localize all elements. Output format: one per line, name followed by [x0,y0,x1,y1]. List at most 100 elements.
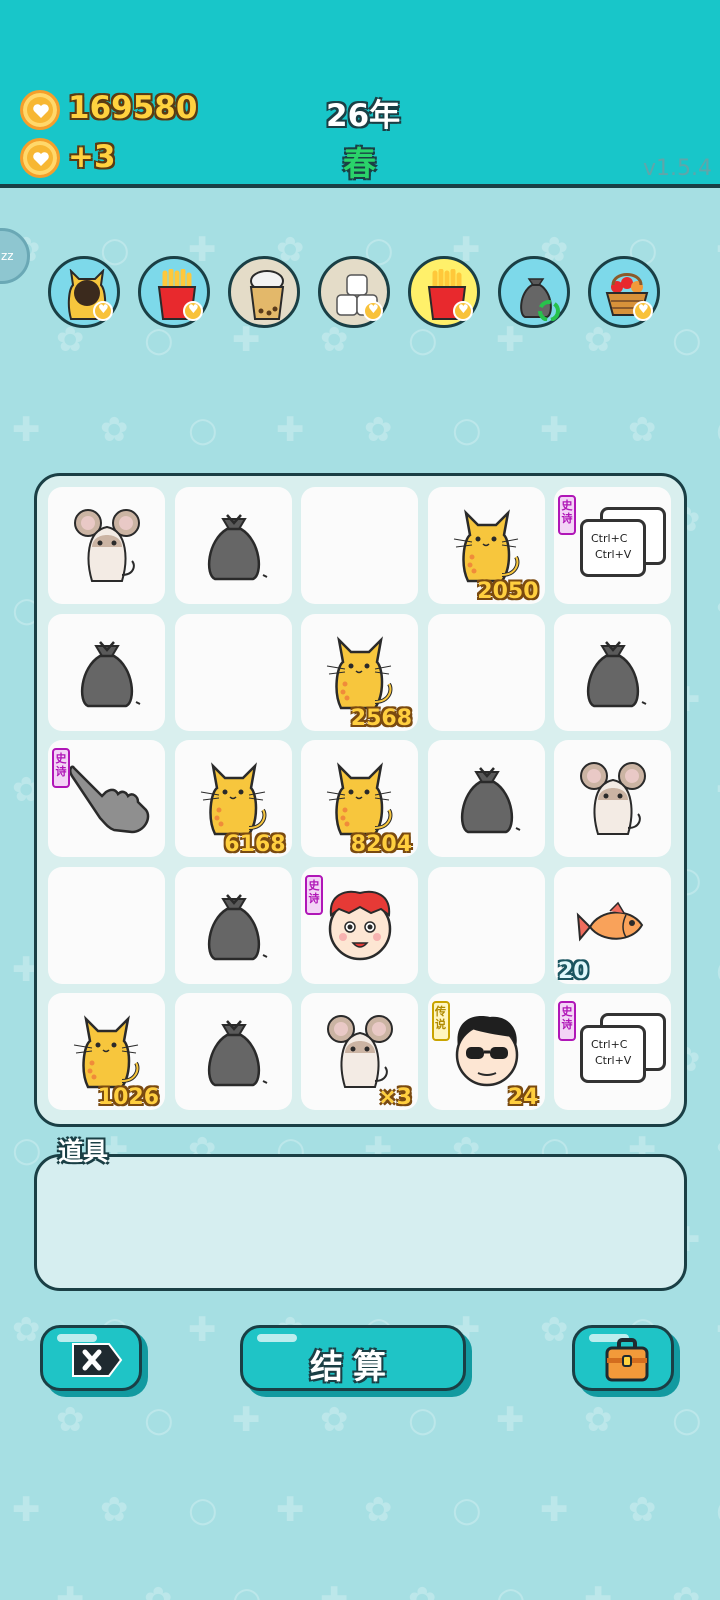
board-cell[interactable] [48,613,165,731]
pattern-glyph: ✚ [12,410,41,450]
board-cell[interactable]: 8204 [301,740,418,857]
tools-label: 道具 [58,1137,109,1166]
owned-item-fries-icon[interactable] [138,256,210,328]
legendary-tag: 传说 [431,1001,450,1041]
briefcase-icon [605,1338,649,1382]
owned-item-hole-cat-icon[interactable] [48,256,120,328]
coin-icon [20,90,60,130]
cell-value: 8204 [350,832,412,857]
coin-heart-badge-icon [453,301,473,321]
pattern-glyph: ○ [232,1580,262,1600]
board-cell[interactable] [427,740,545,857]
owned-item-sugar-cubes-icon[interactable] [318,256,390,328]
recycle-bag-icon [520,278,560,321]
epic-tag: 史诗 [558,495,576,535]
settle-button-label: 结算 [310,1347,396,1386]
board-cell[interactable] [48,487,165,604]
board-cell[interactable]: 2050 [427,487,545,604]
pattern-glyph: ✚ [12,1490,41,1530]
trash-bag-icon [586,640,647,707]
cat-icon [453,509,519,583]
cat-icon [326,762,393,836]
pattern-glyph: ○ [188,410,218,450]
board-cell[interactable] [174,487,292,604]
coin-heart-badge-icon [633,301,653,321]
copy-text: Ctrl+C [591,1038,628,1051]
fish-icon [576,901,644,942]
cat-icon [326,635,393,709]
pattern-glyph: ✚ [320,1580,349,1600]
pattern-glyph: ✚ [540,1490,569,1530]
board-cell[interactable] [174,993,292,1110]
owned-item-recycle-bag-icon[interactable] [498,256,570,328]
pattern-glyph: ✿ [12,1310,41,1350]
mouse-icon [327,1015,393,1088]
cell-value: 1026 [97,1085,159,1110]
mouse-icon [74,509,140,582]
pattern-glyph: ✿ [100,1490,129,1530]
cat-icon [200,762,266,836]
epic-tag: 史诗 [52,748,70,788]
pattern-glyph: ○ [496,1580,526,1600]
board-cell[interactable] [301,487,418,604]
board-cell[interactable]: Ctrl+C Ctrl+V 史诗 [554,487,671,604]
board-cell[interactable]: 传说 24 [427,993,545,1110]
board-cell[interactable] [174,613,292,731]
owned-item-fries-icon[interactable] [408,256,480,328]
board-cell[interactable] [174,866,292,984]
pattern-glyph: ✿ [408,1580,437,1600]
coin-heart-badge-icon [363,301,383,321]
pattern-glyph: ○ [408,1400,438,1440]
cell-value: 20 [558,958,589,984]
pattern-glyph: ✚ [496,320,525,360]
top-bar: 169580 +3 26年 春 v1.5.4 [0,0,720,188]
mouse-icon [580,762,646,835]
board-cell[interactable]: 2568 [301,613,418,731]
side-tab-label: zz [1,249,14,263]
cell-value: ×3 [378,1085,412,1110]
pattern-glyph: ✚ [276,410,305,450]
paste-text: Ctrl+V [595,1054,632,1067]
year-label: 26年 [326,98,401,134]
pattern-glyph: ○ [188,1490,218,1530]
pattern-glyph: ○ [452,410,482,450]
pattern-glyph: ○ [672,320,702,360]
bag-button[interactable] [572,1325,674,1391]
board-cell[interactable]: ×3 [301,993,418,1110]
board-cell[interactable] [427,866,545,984]
pattern-glyph: ✚ [56,1580,85,1600]
board-cell[interactable]: 史诗 [48,740,165,857]
cell-value: 2050 [477,579,539,604]
pattern-glyph: ○ [716,950,720,990]
coin-total: 169580 [68,90,198,126]
pattern-glyph: ✚ [540,410,569,450]
owned-item-fruit-basket-icon[interactable] [588,256,660,328]
trash-bag-icon [207,514,267,581]
pattern-glyph: ✿ [540,1310,569,1350]
board-cell[interactable]: 1026 [48,993,165,1110]
board-cell[interactable] [48,866,165,984]
close-button[interactable] [40,1325,142,1391]
owned-item-bubble-tea-icon[interactable] [228,256,300,328]
epic-tag: 史诗 [305,874,323,915]
board-cell[interactable]: 6168 [174,740,292,857]
pattern-glyph: ✚ [716,770,720,810]
cell-value: 24 [507,1085,539,1110]
paste-text: Ctrl+V [595,548,632,561]
cat-icon [73,1015,140,1089]
pattern-glyph: ✿ [716,1130,720,1170]
bubble-tea-icon [249,270,285,320]
board-cell[interactable]: Ctrl+C Ctrl+V 史诗 [554,993,671,1110]
board-cell[interactable]: 20 [554,866,671,984]
pointing-hand-icon [69,765,150,834]
pattern-glyph: ✚ [716,230,720,270]
pattern-glyph: ✿ [584,1400,613,1440]
cell-value: 6168 [224,832,286,857]
tools-panel [34,1154,687,1291]
board-cell[interactable]: 史诗 [301,866,418,984]
settle-button[interactable]: 结算 [240,1325,466,1391]
board-cell[interactable] [554,613,671,731]
board-cell[interactable] [554,740,671,857]
pattern-glyph: ✿ [716,590,720,630]
board-cell[interactable] [427,613,545,731]
